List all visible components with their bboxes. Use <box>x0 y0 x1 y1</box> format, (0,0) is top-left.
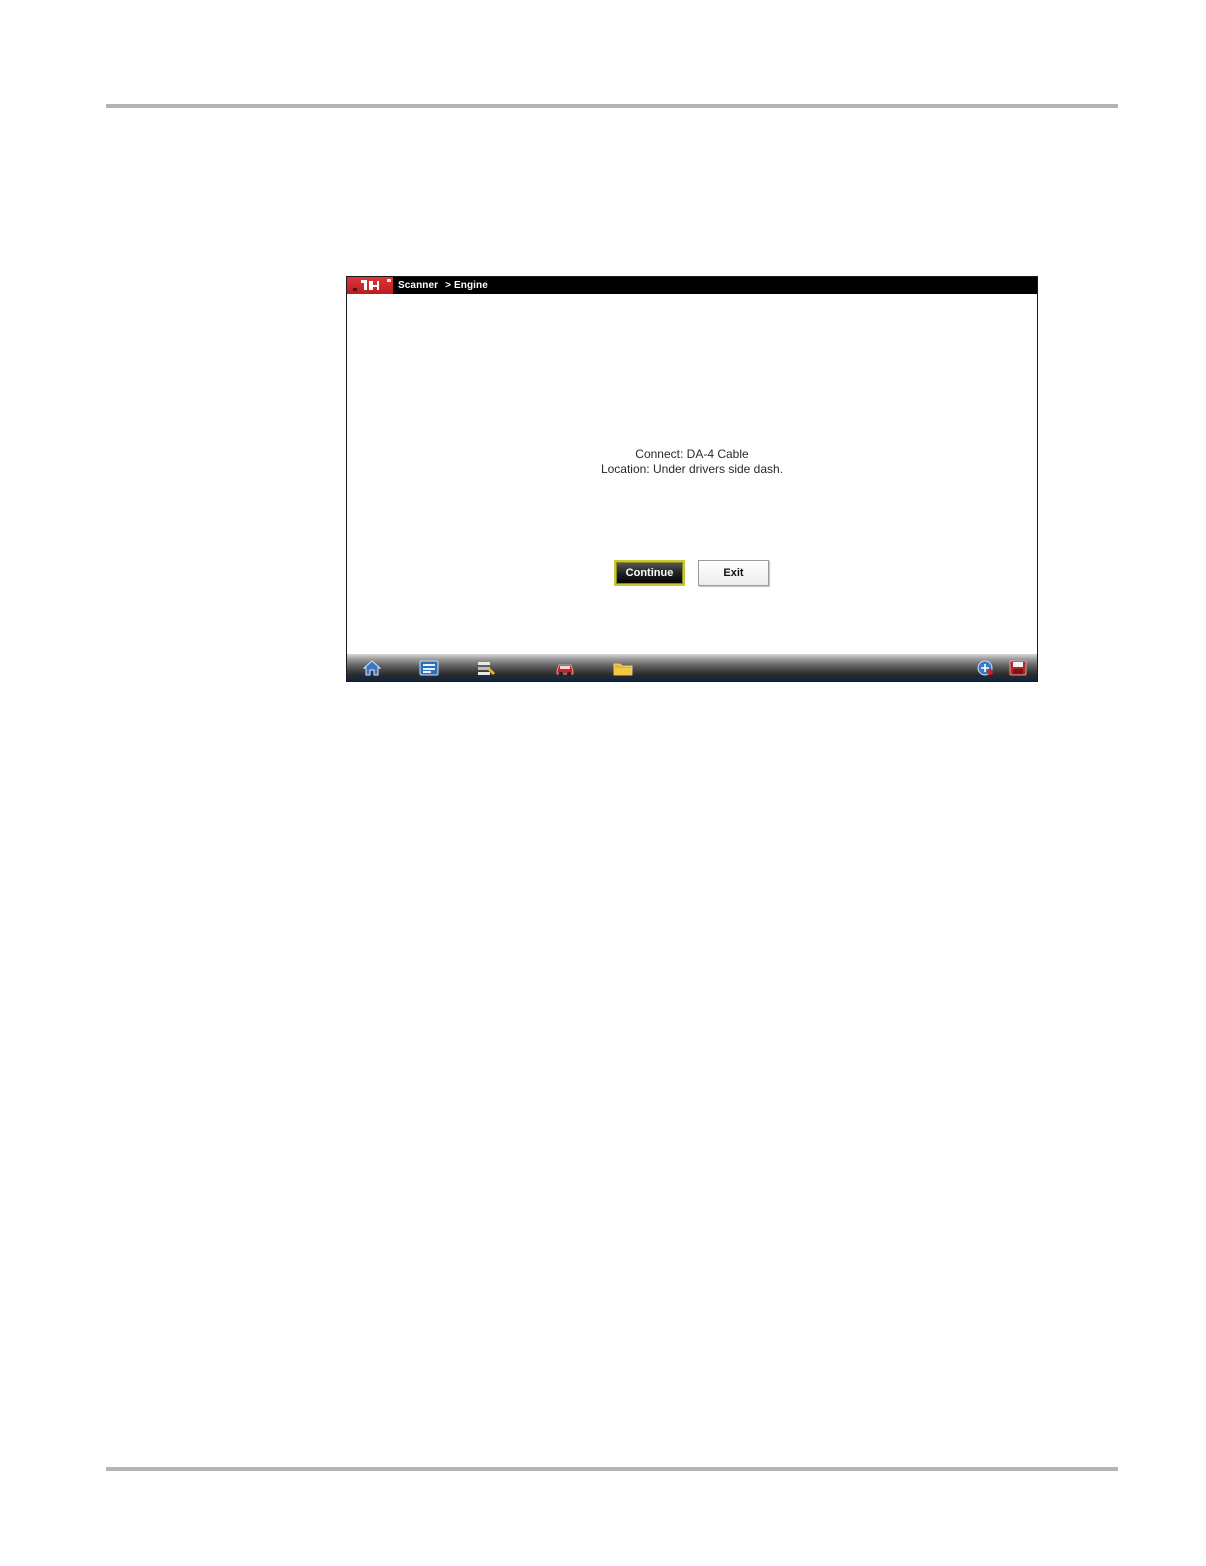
tools-icon[interactable] <box>475 659 497 677</box>
breadcrumb-item-scanner[interactable]: Scanner <box>398 280 438 291</box>
scanner-screen: Scanner > Engine Connect: DA-4 Cable Loc… <box>346 276 1038 682</box>
scanner-icon[interactable] <box>418 659 440 677</box>
content-area: Connect: DA-4 Cable Location: Under driv… <box>347 294 1037 654</box>
home-icon[interactable] <box>361 659 383 677</box>
continue-button[interactable]: Continue <box>614 560 685 586</box>
folder-icon[interactable] <box>612 659 634 677</box>
title-bar: Scanner > Engine <box>347 277 1037 294</box>
location-instruction: Location: Under drivers side dash. <box>600 462 784 476</box>
breadcrumb-item-engine[interactable]: > Engine <box>445 280 488 291</box>
connection-message: Connect: DA-4 Cable Location: Under driv… <box>347 447 1037 477</box>
save-icon[interactable] <box>1007 659 1029 677</box>
brand-logo[interactable] <box>347 277 393 294</box>
taskbar <box>347 654 1037 681</box>
logo-icon <box>353 279 391 291</box>
connect-instruction: Connect: DA-4 Cable <box>635 447 749 461</box>
page-top-rule <box>106 104 1118 108</box>
exit-button[interactable]: Exit <box>698 560 769 586</box>
page-bottom-rule <box>106 1467 1118 1471</box>
breadcrumb: Scanner > Engine <box>398 280 491 291</box>
connection-icon[interactable] <box>974 659 996 677</box>
vehicle-icon[interactable] <box>554 659 576 677</box>
